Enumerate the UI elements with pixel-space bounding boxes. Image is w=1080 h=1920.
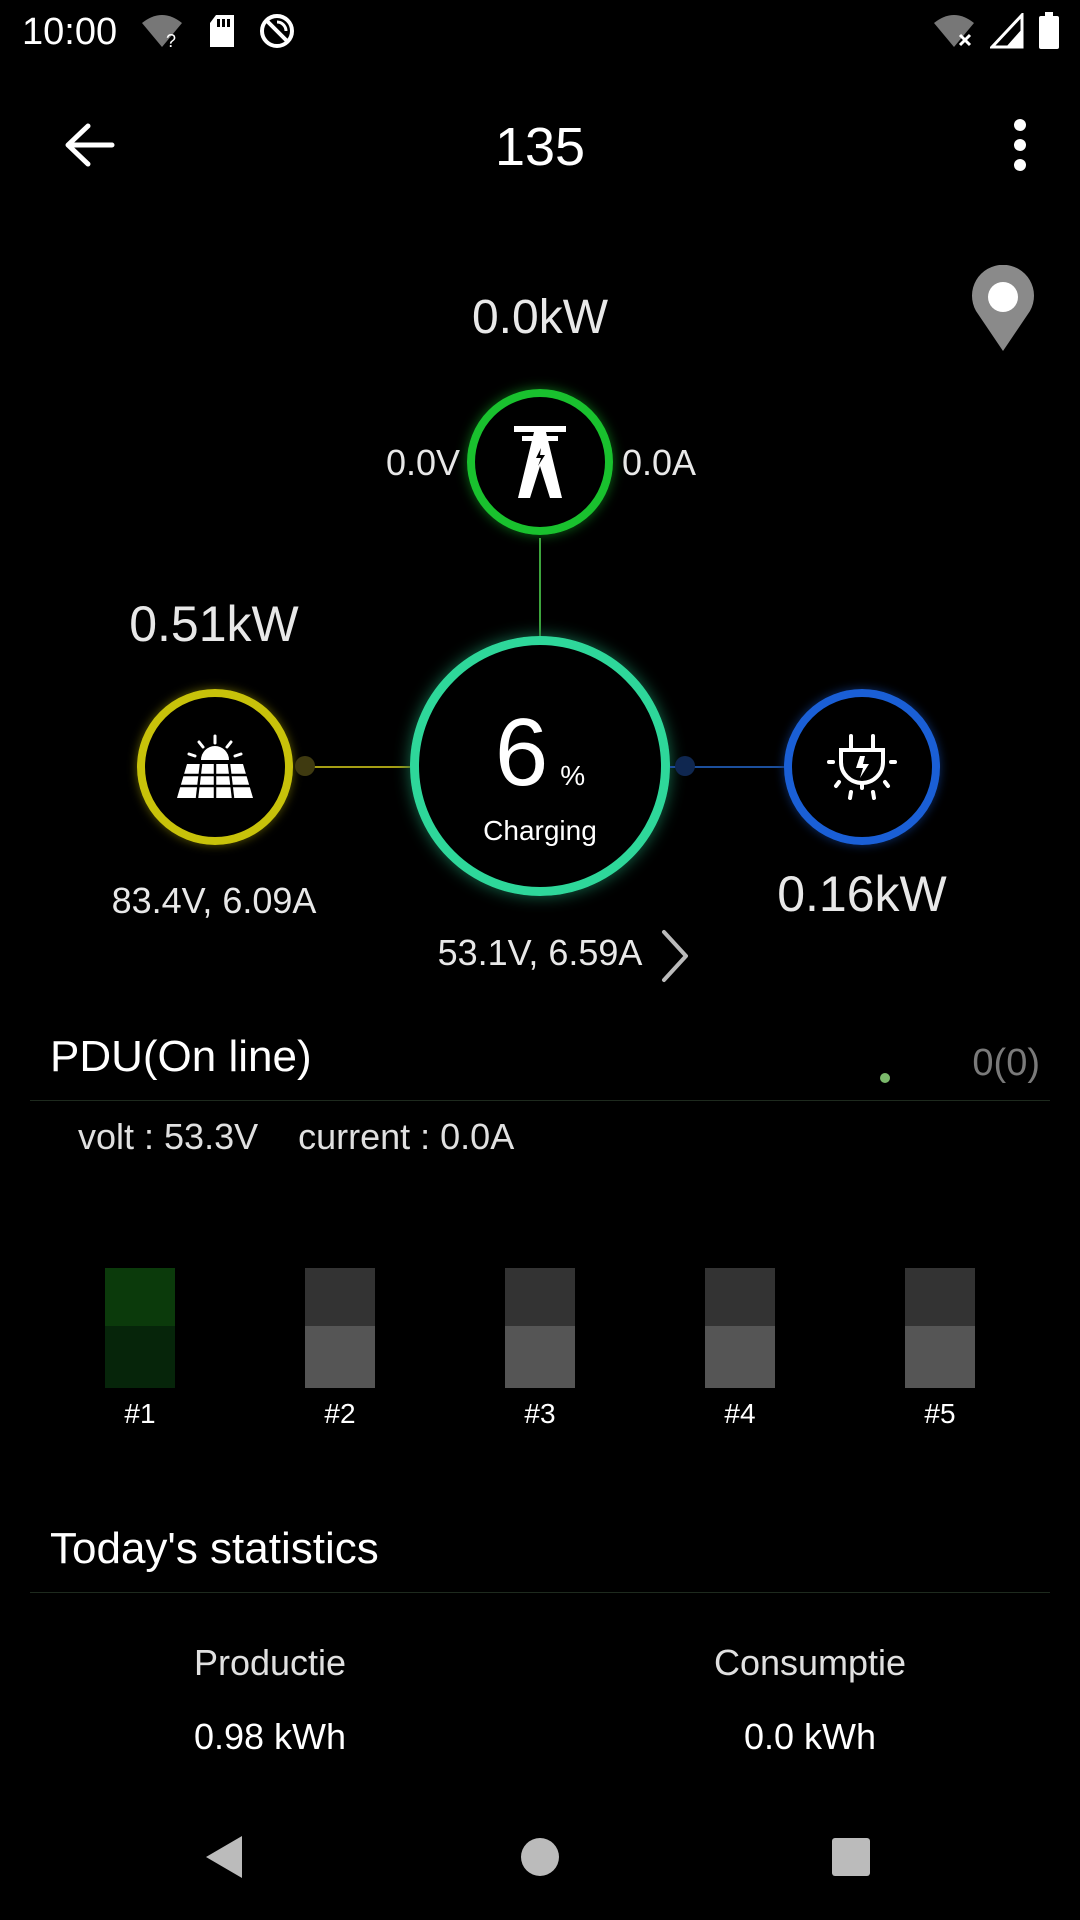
- pdu-switch-label-4: #4: [724, 1398, 756, 1429]
- battery-node[interactable]: 6 % Charging: [410, 636, 670, 896]
- pdu-switch-1[interactable]: [105, 1268, 175, 1388]
- status-icons-right: [932, 12, 1060, 50]
- pdu-count: 0(0): [972, 1042, 1040, 1084]
- pdu-status-dot: [880, 1073, 890, 1083]
- sync-blocked-icon: [260, 14, 294, 48]
- solar-flow-dot: [295, 756, 315, 776]
- battery-icon: [1039, 12, 1059, 49]
- switch-top: [905, 1268, 975, 1326]
- nav-recents-icon: [832, 1838, 870, 1876]
- more-vert-icon: [1014, 119, 1026, 171]
- grid-power: 0.0kW: [471, 291, 609, 344]
- solar-volt-current: 83.4V, 6.09A: [111, 880, 317, 921]
- nav-back-button[interactable]: [180, 1812, 270, 1902]
- pdu-switch-label-1: #1: [124, 1398, 156, 1429]
- switch-bottom: [305, 1326, 375, 1388]
- solar-power: 0.51kW: [129, 596, 299, 652]
- consumption-value: 0.0 kWh: [743, 1716, 877, 1757]
- wifi-off-icon: [934, 15, 974, 47]
- load-flow-dot: [675, 756, 695, 776]
- svg-text:?: ?: [166, 31, 176, 49]
- switch-bottom: [505, 1326, 575, 1388]
- nav-recents-button[interactable]: [806, 1812, 896, 1902]
- pdu-switch-4[interactable]: [705, 1268, 775, 1388]
- pdu-divider: [30, 1100, 1050, 1101]
- nav-back-icon: [206, 1836, 242, 1878]
- switch-top: [705, 1268, 775, 1326]
- switch-top: [505, 1268, 575, 1326]
- more-options-button[interactable]: [990, 110, 1050, 180]
- switch-bottom: [705, 1326, 775, 1388]
- pdu-switch-label-3: #3: [524, 1398, 556, 1429]
- pdu-title: PDU(On line): [50, 1032, 312, 1081]
- battery-status: Charging: [483, 815, 597, 846]
- solar-panel-icon: [177, 734, 253, 799]
- battery-details-button[interactable]: [658, 928, 692, 989]
- load-node[interactable]: [784, 689, 940, 845]
- sd-card-icon: [210, 15, 234, 47]
- battery-percent-row: 6 %: [495, 705, 585, 801]
- switch-top: [105, 1268, 175, 1326]
- battery-percent-sign: %: [560, 760, 586, 791]
- load-power: 0.16kW: [777, 866, 947, 922]
- switch-top: [305, 1268, 375, 1326]
- production-value: 0.98 kWh: [193, 1716, 347, 1757]
- status-icons-left: ?: [138, 12, 296, 50]
- pdu-switch-3[interactable]: [505, 1268, 575, 1388]
- nav-home-button[interactable]: [495, 1812, 585, 1902]
- chevron-right-icon: [662, 930, 688, 982]
- pdu-switch-2[interactable]: [305, 1268, 375, 1388]
- stats-divider: [30, 1592, 1050, 1593]
- pdu-switch-label-5: #5: [924, 1398, 956, 1429]
- grid-node[interactable]: [467, 389, 613, 535]
- production-label: Productie: [193, 1642, 347, 1683]
- solar-node[interactable]: [137, 689, 293, 845]
- wifi-question-icon: ?: [142, 15, 182, 49]
- switch-bottom: [105, 1326, 175, 1388]
- pdu-switch-label-2: #2: [324, 1398, 356, 1429]
- power-tower-icon: [514, 426, 566, 498]
- status-time: 10:00: [22, 11, 118, 53]
- consumption-label: Consumptie: [713, 1642, 907, 1683]
- battery-percent: 6: [494, 699, 549, 806]
- grid-voltage: 0.0V: [385, 442, 460, 483]
- signal-icon: [990, 13, 1024, 49]
- battery-volt-current: 53.1V, 6.59A: [437, 932, 643, 973]
- switch-bottom: [905, 1326, 975, 1388]
- page-title: 135: [494, 117, 586, 177]
- grid-current: 0.0A: [622, 442, 697, 483]
- grid-flow-line: [539, 538, 541, 638]
- pdu-switch-5[interactable]: [905, 1268, 975, 1388]
- stats-title: Today's statistics: [50, 1524, 379, 1573]
- light-plug-icon: [827, 734, 897, 800]
- nav-home-icon: [521, 1838, 559, 1876]
- pdu-info: volt : 53.3V current : 0.0A: [78, 1116, 515, 1157]
